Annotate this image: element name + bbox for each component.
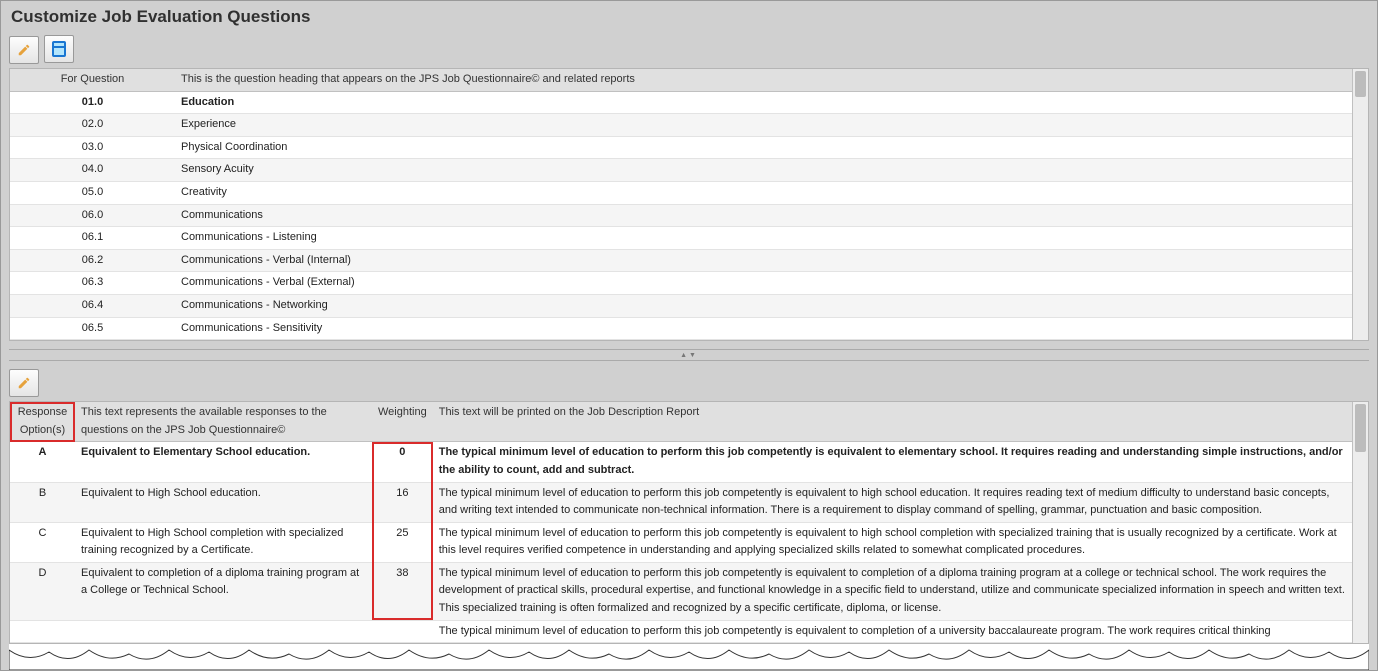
- header-code: For Question: [10, 69, 175, 91]
- question-text: Experience: [175, 114, 1352, 137]
- question-row[interactable]: 03.0Physical Coordination: [10, 136, 1352, 159]
- question-code: 06.4: [10, 294, 175, 317]
- response-option: C: [10, 522, 75, 562]
- response-weight: 25: [372, 522, 433, 562]
- question-code: 03.0: [10, 136, 175, 159]
- response-weight: 16: [372, 482, 433, 522]
- pencil-icon: [17, 376, 31, 390]
- question-code: 06.0: [10, 204, 175, 227]
- question-code: 06.3: [10, 272, 175, 295]
- panel: Customize Job Evaluation Questions For Q…: [0, 0, 1378, 671]
- question-text: Communications - Networking: [175, 294, 1352, 317]
- upper-toolbar: [1, 31, 1377, 68]
- scroll-thumb[interactable]: [1355, 71, 1366, 97]
- question-code: 06.5: [10, 317, 175, 340]
- questions-scrollbar[interactable]: [1352, 69, 1368, 340]
- page-title: Customize Job Evaluation Questions: [1, 1, 1377, 31]
- response-row[interactable]: DEquivalent to completion of a diploma t…: [10, 562, 1352, 620]
- response-description: The typical minimum level of education t…: [433, 620, 1352, 643]
- questions-grid: For Question This is the question headin…: [9, 68, 1369, 341]
- response-description: The typical minimum level of education t…: [433, 522, 1352, 562]
- response-text: Equivalent to High School completion wit…: [75, 522, 372, 562]
- header-response: This text represents the available respo…: [75, 402, 372, 442]
- calculator-icon: [52, 41, 66, 57]
- question-row[interactable]: 06.0Communications: [10, 204, 1352, 227]
- question-row[interactable]: 06.3Communications - Verbal (External): [10, 272, 1352, 295]
- questions-header-row: For Question This is the question headin…: [10, 69, 1352, 91]
- response-row[interactable]: AEquivalent to Elementary School educati…: [10, 442, 1352, 482]
- header-description: This text will be printed on the Job Des…: [433, 402, 1352, 442]
- question-code: 05.0: [10, 181, 175, 204]
- lower-toolbar: [1, 361, 1377, 401]
- header-text: This is the question heading that appear…: [175, 69, 1352, 91]
- response-option: D: [10, 562, 75, 620]
- question-code: 06.1: [10, 227, 175, 250]
- question-text: Education: [175, 91, 1352, 114]
- response-row[interactable]: The typical minimum level of education t…: [10, 620, 1352, 643]
- question-text: Communications - Verbal (Internal): [175, 249, 1352, 272]
- response-description: The typical minimum level of education t…: [433, 442, 1352, 482]
- response-weight: 38: [372, 562, 433, 620]
- question-text: Sensory Acuity: [175, 159, 1352, 182]
- calculator-button[interactable]: [44, 35, 74, 63]
- response-option: A: [10, 442, 75, 482]
- question-text: Communications: [175, 204, 1352, 227]
- question-row[interactable]: 04.0Sensory Acuity: [10, 159, 1352, 182]
- response-description: The typical minimum level of education t…: [433, 562, 1352, 620]
- response-text: Equivalent to completion of a diploma tr…: [75, 562, 372, 620]
- question-text: Communications - Verbal (External): [175, 272, 1352, 295]
- question-row[interactable]: 06.1Communications - Listening: [10, 227, 1352, 250]
- response-option: B: [10, 482, 75, 522]
- question-row[interactable]: 05.0Creativity: [10, 181, 1352, 204]
- question-text: Creativity: [175, 181, 1352, 204]
- edit-button[interactable]: [9, 36, 39, 64]
- question-row[interactable]: 06.5Communications - Sensitivity: [10, 317, 1352, 340]
- response-weight: 0: [372, 442, 433, 482]
- question-code: 01.0: [10, 91, 175, 114]
- question-text: Physical Coordination: [175, 136, 1352, 159]
- question-code: 04.0: [10, 159, 175, 182]
- question-code: 02.0: [10, 114, 175, 137]
- responses-grid: Response Option(s) This text represents …: [9, 401, 1369, 644]
- scroll-thumb[interactable]: [1355, 404, 1366, 452]
- question-text: Communications - Listening: [175, 227, 1352, 250]
- question-text: Communications - Sensitivity: [175, 317, 1352, 340]
- responses-header-row: Response Option(s) This text represents …: [10, 402, 1352, 442]
- question-row[interactable]: 06.4Communications - Networking: [10, 294, 1352, 317]
- header-weighting: Weighting: [372, 402, 433, 442]
- splitter-handle-icon: ▲▼: [680, 352, 698, 359]
- question-row[interactable]: 01.0Education: [10, 91, 1352, 114]
- torn-edge: [9, 644, 1369, 670]
- response-weight: [372, 620, 433, 643]
- response-option: [10, 620, 75, 643]
- question-code: 06.2: [10, 249, 175, 272]
- response-text: Equivalent to Elementary School educatio…: [75, 442, 372, 482]
- response-row[interactable]: BEquivalent to High School education.16T…: [10, 482, 1352, 522]
- response-row[interactable]: CEquivalent to High School completion wi…: [10, 522, 1352, 562]
- response-text: Equivalent to High School education.: [75, 482, 372, 522]
- splitter[interactable]: ▲▼: [9, 349, 1369, 361]
- pencil-icon: [17, 43, 31, 57]
- edit-response-button[interactable]: [9, 369, 39, 397]
- question-row[interactable]: 06.2Communications - Verbal (Internal): [10, 249, 1352, 272]
- responses-scrollbar[interactable]: [1352, 402, 1368, 643]
- header-option: Response Option(s): [10, 402, 75, 442]
- response-description: The typical minimum level of education t…: [433, 482, 1352, 522]
- question-row[interactable]: 02.0Experience: [10, 114, 1352, 137]
- response-text: [75, 620, 372, 643]
